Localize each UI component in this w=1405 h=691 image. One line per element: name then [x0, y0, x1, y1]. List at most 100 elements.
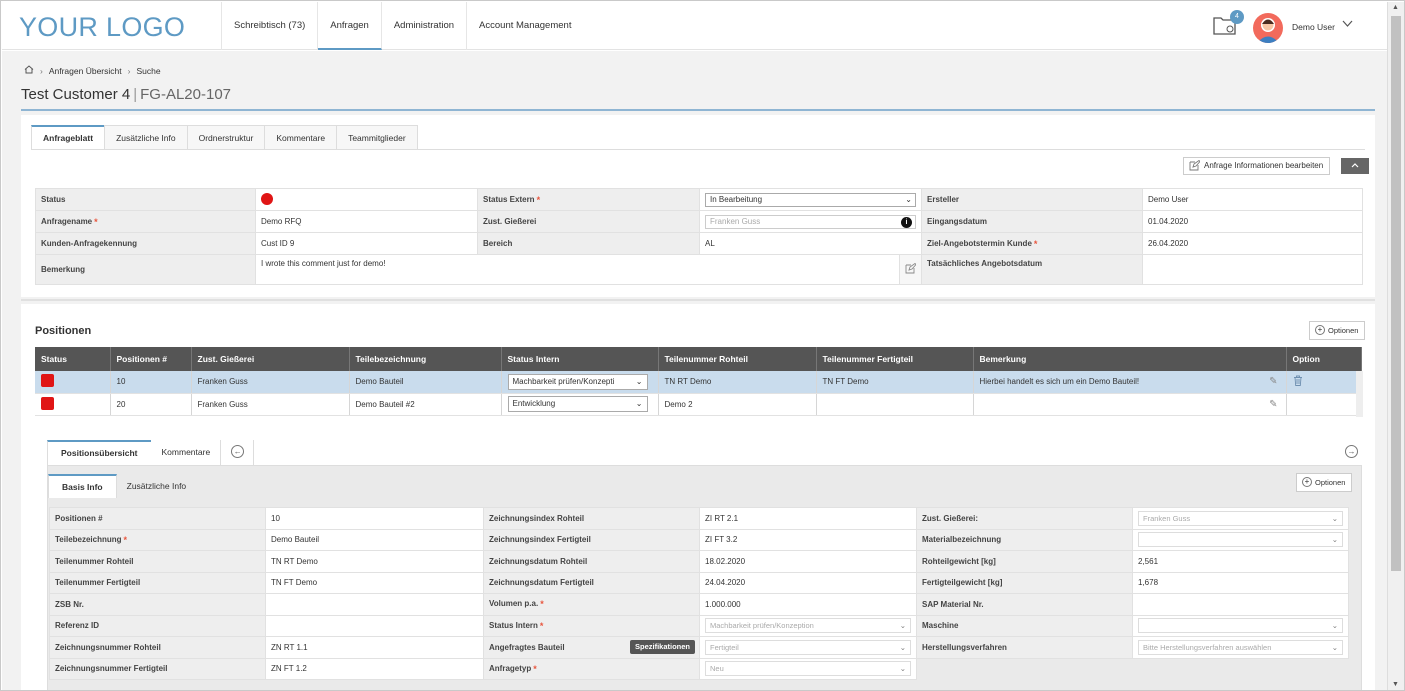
row-status	[35, 371, 111, 394]
status-intern-select[interactable]: Machbarkeit prüfen/Konzeption ⌄	[705, 618, 911, 634]
status-intern-select[interactable]: Entwicklung ⌄	[507, 396, 648, 412]
top-bar: YOUR LOGO Schreibtisch (73) Anfragen Adm…	[2, 2, 1387, 50]
basis-value: 10	[265, 507, 484, 530]
row-pos: 10	[110, 371, 192, 394]
row-fertig	[816, 393, 974, 416]
chevron-down-icon: ⌄	[1331, 513, 1338, 523]
tab-anfrageblatt[interactable]: Anfrageblatt	[31, 125, 106, 149]
page-scrollbar[interactable]: ▲ ▼	[1387, 2, 1404, 690]
home-icon[interactable]	[24, 65, 34, 76]
chevron-right-icon: ›	[40, 65, 43, 76]
spezifikationen-button[interactable]: Spezifikationen	[629, 640, 695, 654]
title-underline	[21, 109, 1375, 111]
tats-value	[1142, 254, 1363, 285]
page-title: Test Customer 4 | FG-AL20-107	[21, 86, 232, 103]
row-fertig: TN FT Demo	[816, 371, 974, 394]
basis-label: SAP Material Nr.	[916, 593, 1133, 616]
nav-account-management[interactable]: Account Management	[467, 2, 583, 50]
table-row[interactable]: 20 Franken Guss Demo Bauteil #2 Entwickl…	[35, 393, 1362, 416]
basis-value: Fertigteil ⌄	[699, 636, 917, 659]
nav-schreibtisch[interactable]: Schreibtisch (73)	[221, 2, 319, 50]
trash-icon[interactable]	[1293, 375, 1303, 389]
herstellungsverfahren-select[interactable]: Bitte Herstellungsverfahren auswählen ⌄	[1138, 639, 1343, 655]
chevron-down-icon[interactable]	[1342, 20, 1353, 31]
basis-value: TN RT Demo	[265, 550, 484, 573]
row-roh: Demo 2	[658, 393, 817, 416]
maschine-select[interactable]: ⌄	[1138, 618, 1343, 634]
edit-icon[interactable]: ✎	[1269, 399, 1277, 410]
table-row[interactable]: 10 Franken Guss Demo Bauteil Machbarkeit…	[35, 371, 1362, 394]
user-name[interactable]: Demo User	[1292, 22, 1335, 32]
chevron-down-icon: ⌄	[899, 664, 906, 674]
scroll-up-icon[interactable]: ▲	[1392, 4, 1399, 11]
ersteller-label: Ersteller	[921, 188, 1143, 211]
basis-label: Zeichnungsdatum Fertigteil	[483, 571, 700, 594]
row-bemerkung: Hierbei handelt es sich um ein Demo Baut…	[973, 371, 1287, 394]
breadcrumb-anfragen[interactable]: Anfragen Übersicht	[49, 66, 122, 76]
tab-positionsuebersicht[interactable]: Positionsübersicht	[47, 440, 152, 465]
edit-icon[interactable]: ✎	[1269, 376, 1277, 387]
tab-zusaetzliche-info[interactable]: Zusätzliche Info	[104, 125, 188, 149]
basis-label: Status Intern *	[483, 614, 700, 637]
scroll-down-icon[interactable]: ▼	[1392, 681, 1399, 688]
giesserei-input[interactable]: Franken Guss i	[705, 214, 916, 229]
chevron-down-icon: ⌄	[899, 642, 906, 652]
tab-kommentare-position[interactable]: Kommentare	[150, 440, 222, 465]
nav-administration[interactable]: Administration	[382, 2, 468, 50]
basis-value: ZN RT 1.1	[265, 636, 484, 659]
col-status-intern[interactable]: Status Intern	[501, 347, 659, 371]
giesserei-select[interactable]: Franken Guss ⌄	[1138, 510, 1343, 526]
col-teilenummer-rohteil[interactable]: Teilenummer Rohteil	[658, 347, 817, 371]
chevron-down-icon: ⌄	[899, 621, 906, 631]
positions-options-button[interactable]: + Optionen	[1309, 321, 1366, 340]
collapse-button[interactable]	[1341, 158, 1369, 174]
col-teilebezeichnung[interactable]: Teilebezeichnung	[349, 347, 502, 371]
col-positionen[interactable]: Positionen #	[110, 347, 192, 371]
position-detail-card: Basis Info Zusätzliche Info + Optionen P…	[47, 465, 1362, 690]
status-extern-select[interactable]: In Bearbeitung ⌄	[705, 192, 916, 207]
col-teilenummer-fertigteil[interactable]: Teilenummer Fertigteil	[816, 347, 974, 371]
avatar[interactable]	[1253, 13, 1283, 43]
anfragetyp-select[interactable]: Neu ⌄	[705, 661, 911, 677]
tab-zusaetzliche-info-position[interactable]: Zusätzliche Info	[116, 474, 198, 498]
tab-teammitglieder[interactable]: Teammitglieder	[336, 125, 418, 149]
basis-value: Neu ⌄	[699, 657, 917, 680]
status-intern-select[interactable]: Machbarkeit prüfen/Konzepti ⌄	[507, 373, 648, 390]
col-bemerkung[interactable]: Bemerkung	[973, 347, 1287, 371]
arrow-right-icon[interactable]: →	[1345, 445, 1358, 458]
breadcrumb-suche[interactable]: Suche	[136, 66, 160, 76]
basis-options-button[interactable]: + Optionen	[1296, 473, 1353, 492]
col-giesserei[interactable]: Zust. Gießerei	[191, 347, 350, 371]
basis-value: Demo Bauteil	[265, 528, 484, 551]
empty-cell	[1132, 658, 1349, 680]
arrow-left-icon[interactable]: ←	[231, 445, 245, 458]
basis-label: Zeichnungsnummer Rohteil	[49, 636, 266, 659]
row-teil: Demo Bauteil #2	[349, 393, 502, 416]
tab-ordnerstruktur[interactable]: Ordnerstruktur	[186, 125, 266, 149]
status-value	[255, 188, 478, 211]
basis-label: Zeichnungsdatum Rohteil	[483, 550, 700, 573]
scroll-thumb[interactable]	[1391, 16, 1401, 571]
bemerkung-label: Bemerkung	[35, 254, 256, 285]
basis-value: ZN FT 1.2	[265, 657, 484, 680]
tab-basis-info[interactable]: Basis Info	[48, 474, 117, 498]
info-icon[interactable]: i	[901, 216, 912, 228]
row-giesserei: Franken Guss	[191, 393, 350, 416]
edit-icon[interactable]	[899, 255, 921, 284]
edit-request-button[interactable]: Anfrage Informationen bearbeiten	[1183, 157, 1331, 175]
row-roh: TN RT Demo	[658, 371, 817, 394]
basis-value: 1.000.000	[699, 593, 917, 616]
basis-value: ⌄	[1132, 614, 1349, 637]
table-scrollbar[interactable]	[1356, 371, 1363, 417]
material-select[interactable]: ⌄	[1138, 532, 1343, 548]
tab-kommentare[interactable]: Kommentare	[264, 125, 338, 149]
row-option	[1286, 393, 1362, 416]
row-pos: 20	[110, 393, 192, 416]
row-teil: Demo Bauteil	[349, 371, 502, 394]
bauteil-select[interactable]: Fertigteil ⌄	[705, 639, 911, 655]
col-status[interactable]: Status	[35, 347, 111, 371]
nav-anfragen[interactable]: Anfragen	[318, 2, 382, 50]
options-label: Optionen	[1328, 326, 1359, 335]
chevron-down-icon: ⌄	[635, 399, 643, 408]
col-option[interactable]: Option	[1286, 347, 1362, 371]
